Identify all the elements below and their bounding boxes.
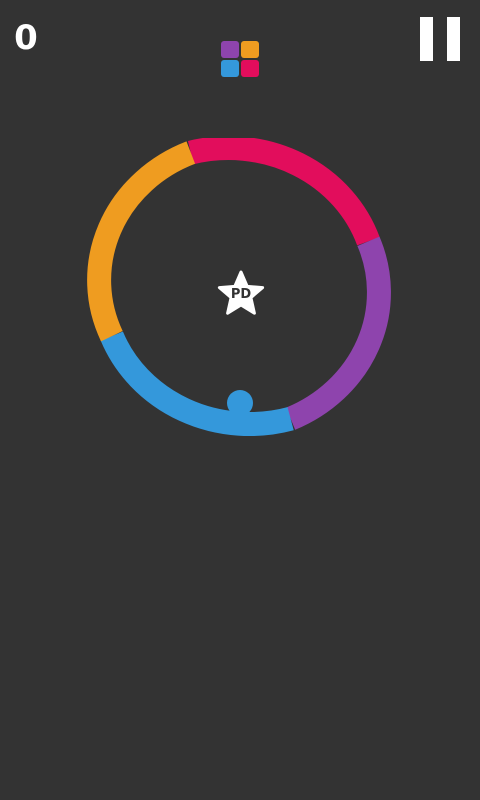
switcher-bottom-right-square: [241, 60, 259, 77]
switcher-top-right-square: [241, 41, 259, 58]
pause-bar-right: [447, 17, 460, 61]
ring-segment-magenta: [187, 138, 380, 246]
ring-segment-blue: [100, 331, 294, 437]
switcher-bottom-left-square: [221, 60, 239, 77]
player-ball: [227, 390, 253, 416]
switcher-top-left-square: [221, 41, 239, 58]
pause-bar-left: [420, 17, 433, 61]
pause-button[interactable]: [414, 14, 466, 66]
star-label: PD: [230, 287, 252, 302]
ring-segment-orange: [87, 141, 196, 342]
color-switcher-icon: [221, 41, 261, 79]
star-pickup: PD: [214, 268, 268, 322]
game-screen[interactable]: 0 PD: [0, 0, 480, 800]
ring-segment-purple: [285, 236, 391, 430]
score-counter: 0: [14, 18, 38, 58]
